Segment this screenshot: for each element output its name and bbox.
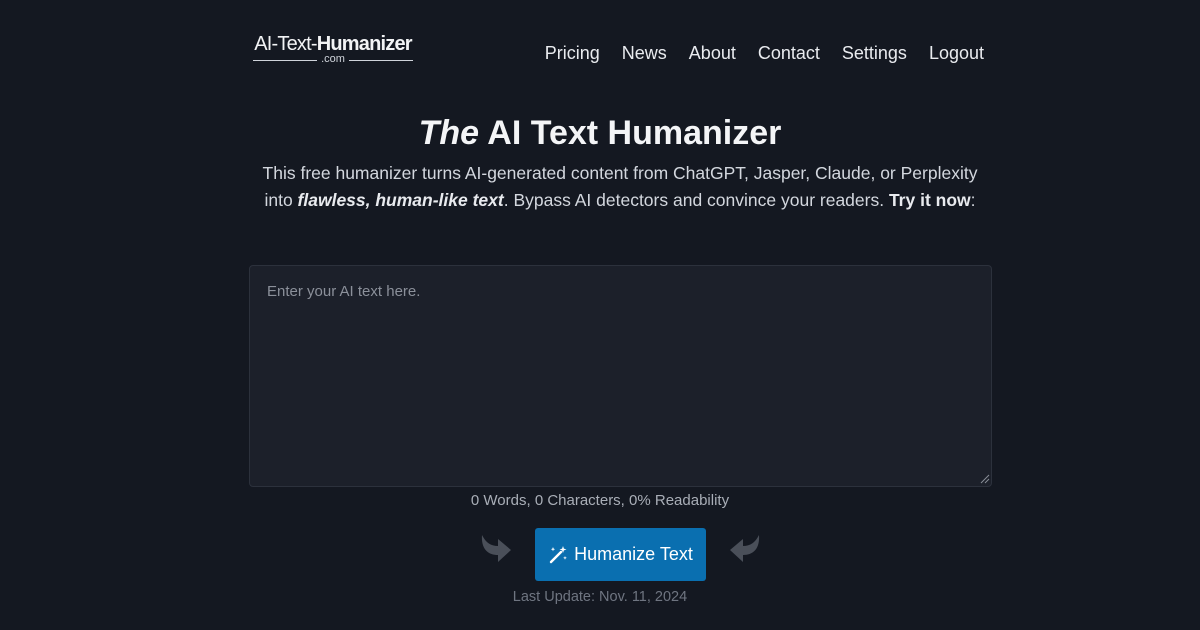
resize-handle-icon[interactable] <box>979 473 990 484</box>
logo-text-light: AI-Text- <box>254 33 317 55</box>
humanize-button-label: Humanize Text <box>574 544 693 564</box>
nav-logout[interactable]: Logout <box>929 42 984 64</box>
logo-text-bold: Humanizer <box>316 33 413 55</box>
desc-end: : <box>970 190 976 210</box>
title-rest: AI Text Humanizer <box>479 114 782 152</box>
logo-domain: .com <box>253 54 413 65</box>
last-update-label: Last Update: <box>512 589 600 605</box>
hero-description: This free humanizer turns AI-generated c… <box>250 160 990 214</box>
desc-emphasis: flawless, human-like text <box>297 190 504 210</box>
last-update: Last Update: Nov. 11, 2024 <box>0 587 1200 607</box>
page: AI-Text-Humanizer .com Pricing News Abou… <box>0 0 1200 630</box>
nav-pricing[interactable]: Pricing <box>545 42 600 64</box>
nav-settings[interactable]: Settings <box>842 42 907 64</box>
nav-news[interactable]: News <box>622 42 667 64</box>
page-title: The AI Text Humanizer <box>0 113 1200 153</box>
curved-arrow-left-icon <box>730 535 760 562</box>
desc-line-1: This free humanizer turns AI-generated c… <box>262 163 978 183</box>
desc-into: into <box>264 190 298 210</box>
curved-arrow-right-icon <box>481 535 511 562</box>
nav-contact[interactable]: Contact <box>758 42 820 64</box>
site-logo[interactable]: AI-Text-Humanizer .com <box>252 32 414 65</box>
desc-cta: Try it now <box>888 190 971 210</box>
title-italic: The <box>418 114 480 152</box>
last-update-date: Nov. 11, 2024 <box>599 589 688 605</box>
desc-middle: . Bypass AI detectors and convince your … <box>503 190 889 210</box>
magic-wand-icon <box>549 545 568 563</box>
humanize-button[interactable]: Humanize Text <box>535 528 706 581</box>
main-nav: Pricing News About Contact Settings Logo… <box>545 42 984 64</box>
ai-text-input[interactable] <box>249 265 992 487</box>
text-stats: 0 Words, 0 Characters, 0% Readability <box>470 492 730 509</box>
nav-about[interactable]: About <box>689 42 736 64</box>
